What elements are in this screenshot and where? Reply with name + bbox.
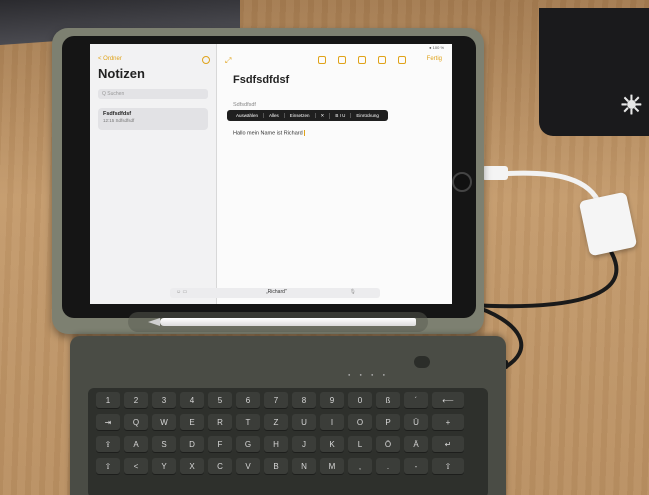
key[interactable]: X	[180, 458, 204, 475]
camera-icon[interactable]	[338, 56, 346, 64]
key[interactable]: 5	[208, 392, 232, 409]
key[interactable]: <	[124, 458, 148, 475]
menu-cut[interactable]: ✕	[316, 112, 331, 119]
key[interactable]: U	[292, 414, 316, 431]
menu-select[interactable]: Auswählen	[231, 113, 265, 118]
markup-icon[interactable]	[358, 56, 366, 64]
sidebar-title: Notizen	[98, 66, 145, 81]
key[interactable]: 0	[348, 392, 372, 409]
menu-paste[interactable]: Einsetzen	[285, 113, 316, 118]
key[interactable]: 4	[180, 392, 204, 409]
home-button[interactable]	[452, 172, 472, 192]
key-tab[interactable]: ⇥	[96, 414, 120, 431]
editor-toolbar	[318, 56, 406, 64]
text-cursor	[303, 130, 305, 136]
key[interactable]: C	[208, 458, 232, 475]
key[interactable]: +	[432, 414, 464, 431]
done-button[interactable]: Fertig	[427, 56, 442, 62]
key[interactable]: B	[264, 458, 288, 475]
key[interactable]: ß	[376, 392, 400, 409]
key[interactable]: M	[320, 458, 344, 475]
key[interactable]: P	[376, 414, 400, 431]
share-icon[interactable]	[378, 56, 386, 64]
key[interactable]: L	[348, 436, 372, 453]
key[interactable]: ,	[348, 458, 372, 475]
note-editor: ⤢ Fertig Fsdfsdfdsf Sdfsdfsdf Auswählen …	[217, 44, 452, 304]
key[interactable]: V	[236, 458, 260, 475]
key[interactable]: G	[236, 436, 260, 453]
pencil-tip	[148, 318, 160, 326]
more-icon[interactable]	[202, 56, 210, 64]
key[interactable]: Ö	[376, 436, 400, 453]
key[interactable]: Y	[152, 458, 176, 475]
keyboard-power-button[interactable]	[414, 356, 430, 368]
checklist-icon[interactable]	[318, 56, 326, 64]
key[interactable]: J	[292, 436, 316, 453]
key[interactable]: Ä	[404, 436, 428, 453]
context-menu: Auswählen Alles Einsetzen ✕ B I U Einrüc…	[227, 110, 388, 121]
key[interactable]: F	[208, 436, 232, 453]
key[interactable]: 1	[96, 392, 120, 409]
key[interactable]: W	[152, 414, 176, 431]
key-shift-right[interactable]: ⇧	[432, 458, 464, 475]
note-item-subtitle: 12:15 Sdfsdfsdf	[103, 118, 135, 123]
key[interactable]: 3	[152, 392, 176, 409]
key[interactable]: Ü	[404, 414, 428, 431]
key[interactable]: A	[124, 436, 148, 453]
note-title: Fsdfsdfdsf	[233, 74, 290, 86]
notes-sidebar: < Ordner Notizen Q Suchen Fsdfsdfdsf 12:…	[90, 44, 217, 304]
key[interactable]: S	[152, 436, 176, 453]
search-input[interactable]: Q Suchen	[98, 89, 208, 99]
apple-pencil	[160, 318, 416, 326]
key[interactable]: Q	[124, 414, 148, 431]
key-row-4: ⇧ < Y X C V B N M , . - ⇧	[96, 458, 464, 475]
key[interactable]: .	[376, 458, 400, 475]
key[interactable]: H	[264, 436, 288, 453]
key-row-2: ⇥ Q W E R T Z U I O P Ü +	[96, 414, 464, 431]
key-enter[interactable]: ↵	[432, 436, 464, 453]
back-button[interactable]: < Ordner	[98, 56, 122, 62]
key[interactable]: ´	[404, 392, 428, 409]
key-shift-left[interactable]: ⇧	[96, 458, 120, 475]
menu-format[interactable]: B I U	[330, 113, 352, 118]
note-item-title: Fsdfsdfdsf	[103, 111, 132, 117]
key[interactable]: 7	[264, 392, 288, 409]
key[interactable]: T	[236, 414, 260, 431]
tablet-screen: 12:15 Sonntag 23. Mai ● 100 % < Ordner N…	[90, 44, 452, 304]
key[interactable]: 6	[236, 392, 260, 409]
emoji-icon[interactable]: ☺ ▭	[176, 289, 187, 295]
key[interactable]: Z	[264, 414, 288, 431]
key-capslock[interactable]: ⇪	[96, 436, 120, 453]
note-body-text: Hallo mein Name ist Richard	[233, 130, 303, 137]
key[interactable]: E	[180, 414, 204, 431]
note-subtitle: Sdfsdfsdf	[233, 102, 256, 108]
key[interactable]: K	[320, 436, 344, 453]
keyboard-leds: ● ● ● ●	[348, 372, 389, 377]
key[interactable]: 2	[124, 392, 148, 409]
key-row-1: 1 2 3 4 5 6 7 8 9 0 ß ´ ⟵	[96, 392, 464, 409]
compose-icon[interactable]	[398, 56, 406, 64]
list-item[interactable]: Fsdfsdfdsf 12:15 Sdfsdfsdf	[98, 108, 208, 130]
microphone-icon[interactable]: 🎙	[350, 289, 356, 295]
key[interactable]: I	[320, 414, 344, 431]
keyboard-shortcut-bar: ☺ ▭ „Richard" 🎙	[170, 288, 380, 298]
key[interactable]: -	[404, 458, 428, 475]
note-body[interactable]: Hallo mein Name ist Richard	[233, 130, 305, 136]
key[interactable]: D	[180, 436, 204, 453]
menu-select-all[interactable]: Alles	[264, 113, 285, 118]
suggestion[interactable]: „Richard"	[266, 289, 287, 295]
expand-icon[interactable]: ⤢	[225, 56, 231, 66]
key[interactable]: 8	[292, 392, 316, 409]
key[interactable]: N	[292, 458, 316, 475]
usb-connector	[482, 166, 508, 180]
key[interactable]: R	[208, 414, 232, 431]
photo-scene: ☀ 12:15 Sonntag 23. Mai ● 100 % < Ordner…	[0, 0, 649, 495]
key-backspace[interactable]: ⟵	[432, 392, 464, 409]
key[interactable]: O	[348, 414, 372, 431]
key-row-3: ⇪ A S D F G H J K L Ö Ä ↵	[96, 436, 464, 453]
menu-indent[interactable]: Einrückung	[351, 113, 384, 118]
key[interactable]: 9	[320, 392, 344, 409]
